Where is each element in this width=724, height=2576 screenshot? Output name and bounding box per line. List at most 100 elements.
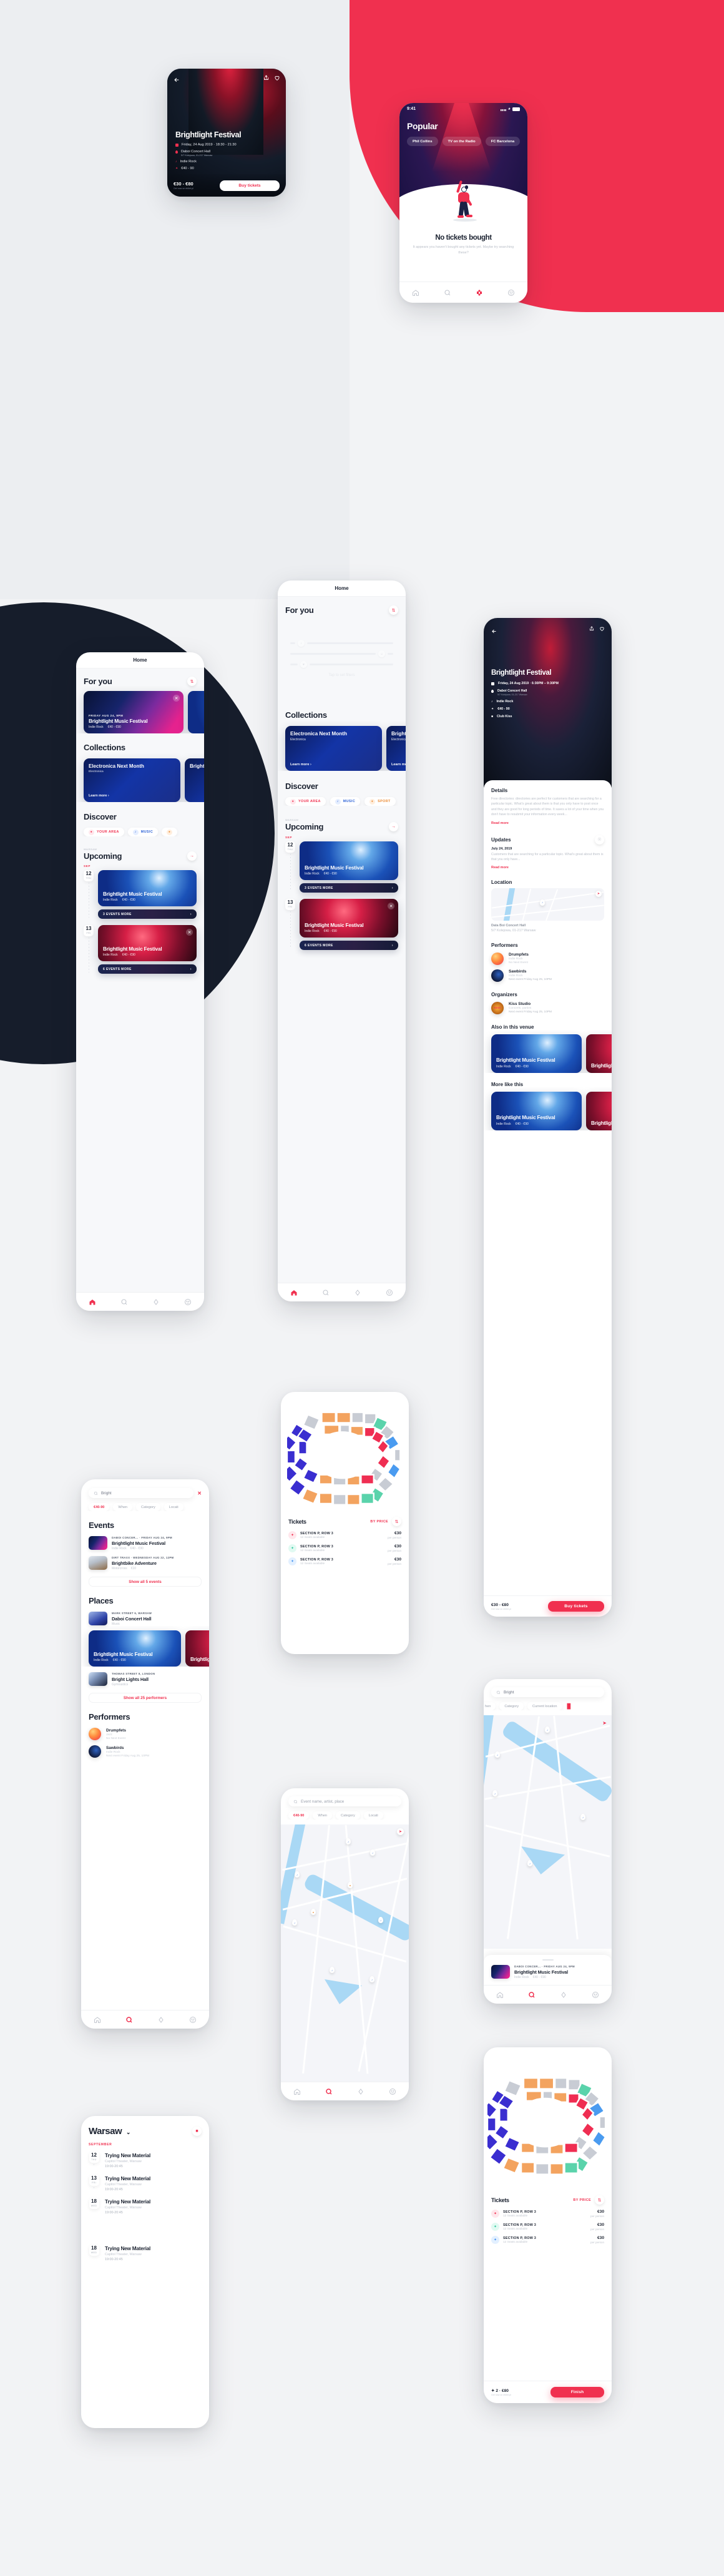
event-card[interactable]: ✕ Brightlight Music Festival Indie Rock … bbox=[98, 925, 197, 961]
locate-icon[interactable]: ➤ bbox=[595, 890, 602, 897]
heart-icon[interactable] bbox=[274, 75, 280, 81]
filter-when[interactable]: hen bbox=[484, 1702, 496, 1710]
ticket-icon[interactable] bbox=[357, 2088, 364, 2095]
stadium-seatmap[interactable] bbox=[281, 1401, 403, 1513]
chip-tv-on-the-radio[interactable]: TV on the Radio bbox=[442, 137, 481, 146]
filter-category[interactable]: Category bbox=[136, 1503, 160, 1511]
search-icon[interactable] bbox=[528, 1991, 536, 1999]
ticket-row[interactable]: ✦ SECTION P, ROW 3 12 Seats available €3… bbox=[491, 2236, 604, 2244]
event-card[interactable]: Brightlight Music Festival bbox=[185, 1630, 209, 1667]
map-canvas[interactable]: ♪ ♪ ♪ ● ● ♪ ♪ ♪ ♪ ➤ bbox=[281, 1824, 409, 2082]
home-icon[interactable] bbox=[496, 1991, 504, 1999]
arrow-right-icon[interactable]: → bbox=[187, 851, 197, 861]
chip-sport[interactable]: ● bbox=[162, 828, 178, 836]
profile-icon[interactable] bbox=[189, 2016, 197, 2024]
sort-icon[interactable]: ⇅ bbox=[187, 677, 197, 686]
bottom-nav[interactable] bbox=[278, 1283, 406, 1301]
performer-row[interactable]: Sawbirds Indie Rock Next event Friday Au… bbox=[491, 969, 604, 982]
chip-phil-collins[interactable]: Phil Collins bbox=[407, 137, 438, 146]
search-icon[interactable] bbox=[325, 2088, 333, 2095]
location-map[interactable]: ♪ ➤ bbox=[491, 888, 604, 921]
event-card[interactable] bbox=[188, 691, 204, 733]
popular-chip-row[interactable]: Phil Collins TV on the Radio FC Barcelon… bbox=[399, 131, 527, 146]
ticket-icon[interactable] bbox=[157, 2016, 165, 2024]
profile-icon[interactable] bbox=[389, 2088, 396, 2095]
event-card[interactable]: Brightlight Music Festival bbox=[586, 1091, 612, 1130]
search-icon[interactable] bbox=[125, 2016, 133, 2024]
sort-label[interactable]: BY PRICE bbox=[370, 1520, 388, 1524]
locate-icon[interactable]: ➤ bbox=[602, 1720, 607, 1726]
map-result-sheet[interactable]: DABOI CONCER... · FRIDAY AUG 24, 9PM Bri… bbox=[484, 1955, 612, 1985]
home-icon[interactable] bbox=[412, 289, 419, 296]
profile-icon[interactable] bbox=[507, 289, 515, 296]
show-all-performers-button[interactable]: Show all 25 performers bbox=[89, 1693, 202, 1703]
collection-card[interactable]: Brightlight Next Month Electronica Learn… bbox=[386, 726, 406, 771]
calendar-item[interactable]: 12 THU Trying New Material Capitol Theat… bbox=[81, 2147, 209, 2168]
search-icon[interactable] bbox=[322, 1289, 330, 1296]
layers-icon[interactable]: █ bbox=[567, 1703, 571, 1709]
phone-home-front[interactable]: Home For you ⇅ ✕ FRIDAY AUG 24, 9PM Brig… bbox=[76, 652, 204, 1311]
map-pin-venue[interactable]: ♪ bbox=[540, 899, 545, 906]
details-read-more[interactable]: Read more bbox=[491, 821, 604, 825]
home-icon[interactable] bbox=[293, 2088, 301, 2095]
close-icon[interactable]: ✕ bbox=[388, 903, 394, 909]
event-card[interactable]: Brightlight Music Festival Indie Rock €4… bbox=[491, 1091, 582, 1130]
filter-price[interactable]: €40-90 bbox=[89, 1503, 110, 1511]
ticket-icon[interactable] bbox=[152, 1298, 160, 1306]
event-list-item[interactable]: DABOI CONCER... · FRIDAY AUG 24, 9PM Bri… bbox=[81, 1531, 209, 1550]
ticket-row[interactable]: ✦ SECTION P, ROW 3 12 Seats available €3… bbox=[288, 1531, 401, 1539]
search-icon[interactable] bbox=[444, 289, 451, 296]
map-pin-sport[interactable]: ● bbox=[348, 1882, 353, 1888]
map-pin-music[interactable]: ♪ bbox=[580, 1814, 585, 1820]
ticket-row[interactable]: ✦ SECTION P, ROW 3 12 Seats available €3… bbox=[288, 1557, 401, 1565]
collection-card[interactable]: Electronica Next Month Electronica Learn… bbox=[84, 758, 180, 802]
phone-tickets-checkout[interactable]: Tickets BY PRICE ⇅ ✦ SECTION P, ROW 3 12… bbox=[484, 2047, 612, 2403]
collection-card[interactable]: Brightlight Next Month bbox=[185, 758, 204, 802]
chip-your-area[interactable]: ● YOUR AREA bbox=[84, 828, 124, 836]
phone-home-back[interactable]: Home For you ⇅ ♪ ☺ ♥ Tap to set filters … bbox=[278, 580, 406, 1301]
hero-back-button[interactable] bbox=[174, 75, 180, 86]
show-all-events-button[interactable]: Show all 5 events bbox=[89, 1577, 202, 1587]
calendar-item[interactable]: 18 WED Trying New Material Capitol Theat… bbox=[81, 2192, 209, 2215]
ticket-icon[interactable] bbox=[476, 289, 483, 296]
learn-more-link[interactable]: Learn more › bbox=[89, 794, 109, 798]
filter-location[interactable]: Locati bbox=[164, 1503, 183, 1511]
collection-card[interactable]: Electronica Next Month Electronica Learn… bbox=[285, 726, 382, 771]
detail-back-button[interactable] bbox=[491, 626, 497, 637]
sort-icon[interactable]: ⇅ bbox=[595, 2195, 604, 2205]
sort-icon[interactable]: ⇅ bbox=[389, 605, 398, 615]
bottom-nav[interactable] bbox=[399, 282, 527, 303]
filter-when[interactable]: When bbox=[113, 1503, 133, 1511]
map-pin-music[interactable]: ♪ bbox=[292, 1919, 297, 1926]
chip-your-area[interactable]: ● YOUR AREA bbox=[285, 797, 326, 806]
events-more-button[interactable]: 6 EVENTS MORE › bbox=[98, 964, 197, 974]
filter-when[interactable]: When bbox=[313, 1811, 333, 1819]
ticket-icon[interactable] bbox=[560, 1991, 567, 1999]
map-pin-music[interactable]: ♪ bbox=[378, 1917, 383, 1923]
event-card[interactable]: ✕ Brightlight Music Festival Indie Rock … bbox=[300, 899, 398, 938]
phone-map-result[interactable]: Bright hen Category Current location █ ♪… bbox=[484, 1679, 612, 2004]
events-more-button[interactable]: 6 EVENTS MORE › bbox=[300, 941, 398, 950]
filter-current-location[interactable]: Current location bbox=[527, 1702, 562, 1710]
close-icon[interactable]: ✕ bbox=[173, 695, 180, 702]
map-pin-music[interactable]: ♪ bbox=[492, 1790, 497, 1796]
chip-sport[interactable]: ● SPORT bbox=[364, 797, 396, 806]
performer-row[interactable]: Sawbirds Indie Rock Next event Friday Au… bbox=[81, 1740, 209, 1758]
bottom-nav[interactable] bbox=[76, 1292, 204, 1311]
organizer-row[interactable]: KISS Kiss Studio Concerts, parties Next … bbox=[491, 1001, 604, 1014]
map-pin-music[interactable]: ♪ bbox=[527, 1860, 532, 1866]
performer-row[interactable]: Drumpfets Jazz No Next Event bbox=[81, 1723, 209, 1740]
phone-event-detail-hero[interactable]: Brightlight Festival Friday, 24 Aug 2019… bbox=[167, 69, 286, 197]
phone-map-search[interactable]: Event name, artist, place €40-90 When Ca… bbox=[281, 1788, 409, 2100]
bottom-nav[interactable] bbox=[81, 2010, 209, 2029]
heart-icon[interactable] bbox=[599, 626, 605, 632]
phone-popular[interactable]: 9:41 ◕ Popular Phil Collins TV on the Ra… bbox=[399, 103, 527, 303]
filter-category[interactable]: Category bbox=[499, 1702, 524, 1710]
place-list-item[interactable]: MARK STREET 6, WARSAW Daboi Concert Hall… bbox=[81, 1607, 209, 1626]
place-list-item[interactable]: THOMAS STREET 8, LONDON Bright Lights Ha… bbox=[81, 1667, 209, 1687]
learn-more-link[interactable]: Learn more › bbox=[290, 763, 311, 766]
home-icon[interactable] bbox=[94, 2016, 101, 2024]
calendar-item[interactable]: 18 WED Trying New Material Capitol Theat… bbox=[81, 2215, 209, 2261]
search-input[interactable]: Bright bbox=[491, 1687, 604, 1697]
map-canvas[interactable]: ♪ ♪ ♪ ♪ ♪ ➤ bbox=[484, 1715, 612, 1949]
